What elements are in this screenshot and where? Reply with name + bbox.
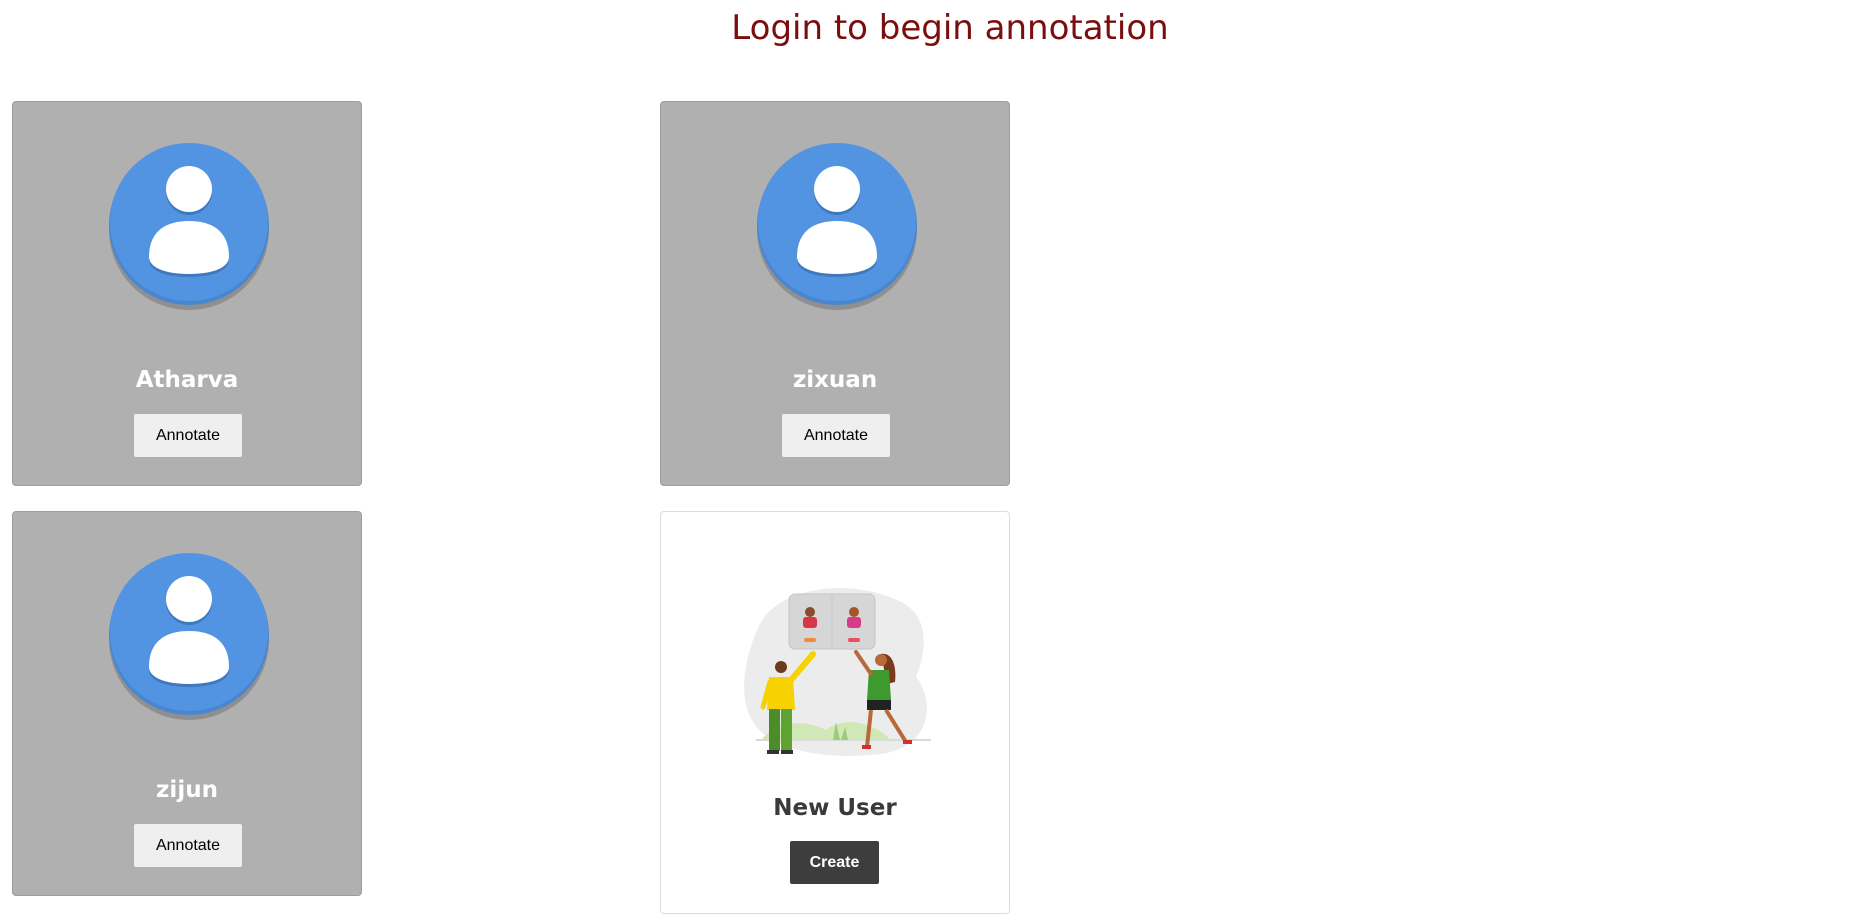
create-user-button[interactable]: Create bbox=[790, 841, 879, 884]
user-avatar-icon bbox=[109, 553, 269, 720]
new-user-label: New User bbox=[773, 795, 897, 821]
annotate-button[interactable]: Annotate bbox=[134, 824, 242, 867]
user-avatar-icon bbox=[109, 143, 269, 310]
user-card-zijun: zijun Annotate bbox=[12, 511, 362, 896]
user-card-atharva: Atharva Annotate bbox=[12, 101, 362, 486]
annotate-button[interactable]: Annotate bbox=[134, 414, 242, 457]
user-card-zixuan: zixuan Annotate bbox=[660, 101, 1010, 486]
annotate-button[interactable]: Annotate bbox=[782, 414, 890, 457]
user-name: zijun bbox=[156, 777, 218, 803]
new-user-card: New User Create bbox=[660, 511, 1010, 914]
page-title: Login to begin annotation bbox=[731, 8, 1169, 48]
user-name: Atharva bbox=[135, 367, 239, 393]
user-avatar-icon bbox=[757, 143, 917, 310]
people-collaboration-illustration bbox=[744, 588, 931, 756]
user-name: zixuan bbox=[792, 367, 878, 393]
